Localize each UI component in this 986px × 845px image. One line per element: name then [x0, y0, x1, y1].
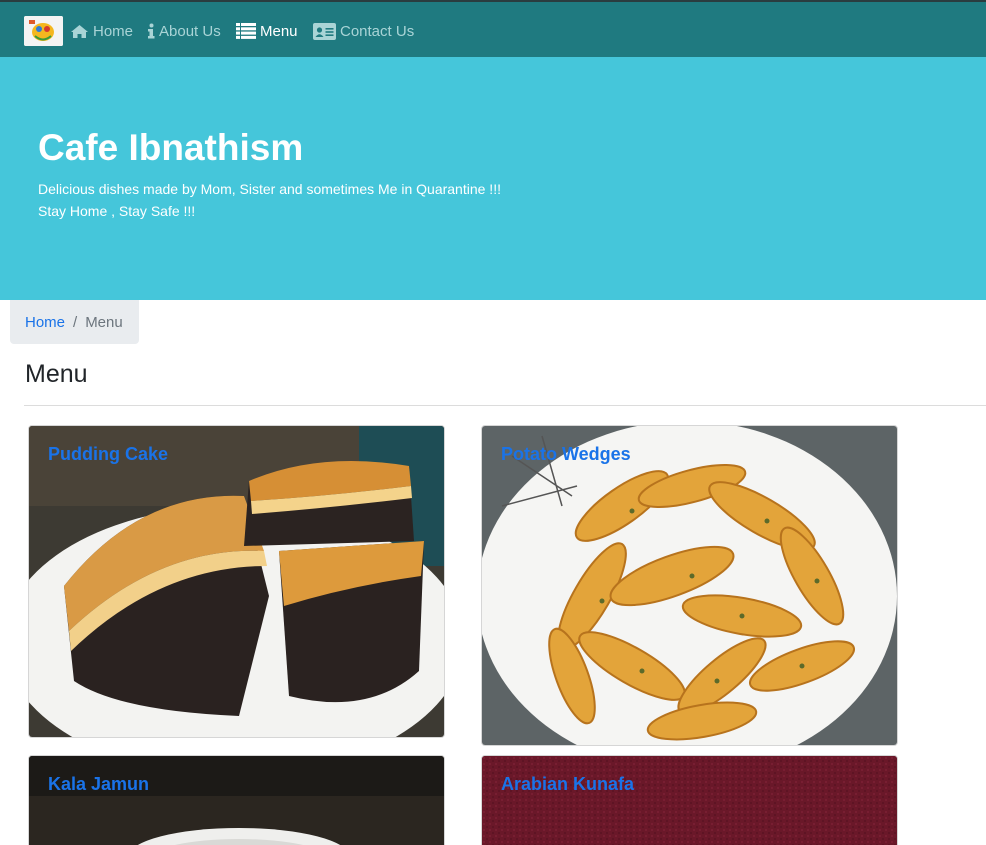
cafe-logo-icon[interactable]	[24, 16, 63, 46]
menu-item-title[interactable]: Potato Wedges	[501, 444, 631, 465]
contact-card-icon	[313, 22, 336, 40]
menu-card-potato-wedges[interactable]: Potato Wedges	[481, 425, 898, 746]
list-icon	[236, 23, 256, 39]
nav-item-about[interactable]: About Us	[147, 20, 221, 42]
tagline: Delicious dishes made by Mom, Sister and…	[38, 178, 501, 222]
info-icon	[147, 23, 155, 39]
menu-card-arabian-kunafa[interactable]: Arabian Kunafa	[481, 755, 898, 845]
menu-card-kala-jamun[interactable]: Kala Jamun	[28, 755, 445, 845]
divider	[24, 405, 986, 406]
tagline-line: Delicious dishes made by Mom, Sister and…	[38, 181, 501, 197]
kala-jamun-photo	[29, 756, 444, 845]
pudding-cake-photo	[29, 426, 444, 737]
nav-item-home[interactable]: Home	[70, 20, 133, 42]
potato-wedges-photo	[482, 426, 897, 745]
arabian-kunafa-photo	[482, 756, 897, 845]
menu-item-title[interactable]: Arabian Kunafa	[501, 774, 634, 795]
page-title: Menu	[25, 360, 88, 388]
nav-item-label: Contact Us	[340, 22, 415, 40]
breadcrumb: Home / Menu	[10, 300, 139, 344]
nav-item-contact[interactable]: Contact Us	[313, 20, 414, 42]
nav-item-label: Menu	[260, 22, 298, 40]
menu-card-pudding-cake[interactable]: Pudding Cake	[28, 425, 445, 738]
breadcrumb-home-link[interactable]: Home	[25, 314, 65, 331]
site-title: Cafe Ibnathism	[38, 127, 304, 168]
nav-item-label: About Us	[159, 22, 221, 40]
tagline-line: Stay Home , Stay Safe !!!	[38, 203, 196, 219]
menu-item-title[interactable]: Pudding Cake	[48, 444, 168, 465]
home-icon	[70, 24, 89, 39]
nav-item-menu[interactable]: Menu	[236, 20, 298, 42]
navbar: Home About Us Menu Contact Us	[0, 0, 986, 57]
menu-item-title[interactable]: Kala Jamun	[48, 774, 149, 795]
breadcrumb-current: Menu	[85, 313, 123, 331]
nav-item-label: Home	[93, 22, 134, 40]
breadcrumb-separator: /	[73, 313, 78, 331]
